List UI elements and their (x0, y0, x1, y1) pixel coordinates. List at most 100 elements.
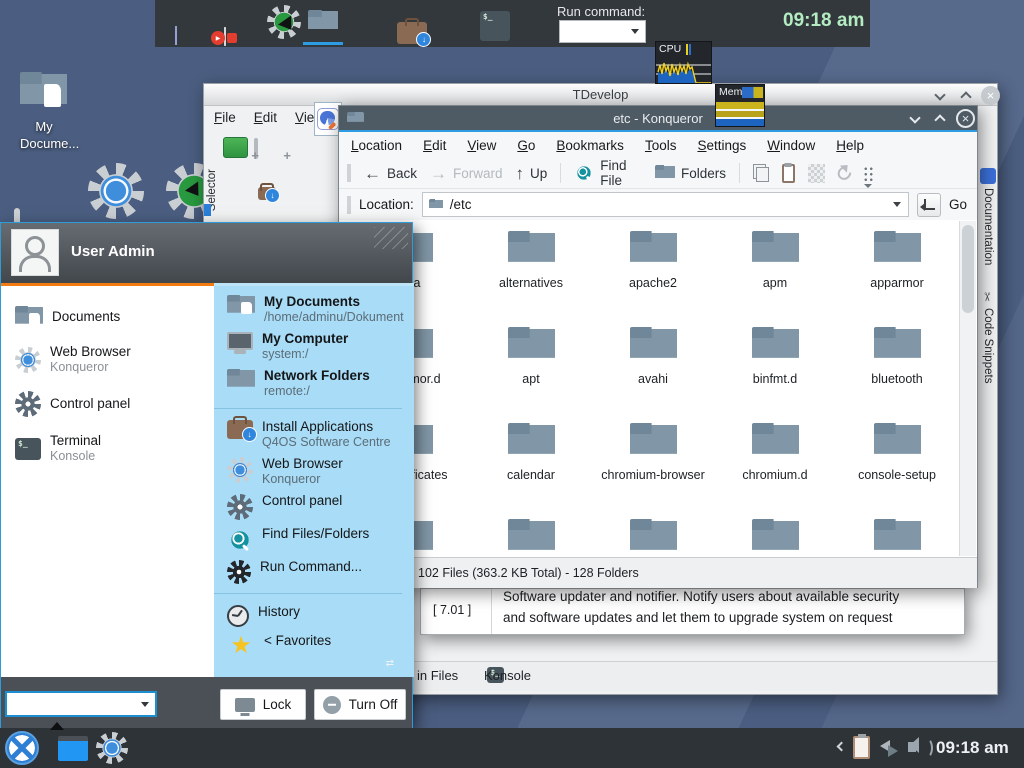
panel-clock[interactable]: 09:18 am (783, 10, 864, 32)
desktop-icon-my-documents[interactable]: My Docume... (20, 72, 68, 152)
vertical-scrollbar[interactable] (959, 221, 976, 556)
start-menu-item[interactable]: Find Files/Folders (214, 523, 414, 556)
folder-name: apm (763, 276, 787, 291)
back-button[interactable]: ← Back (364, 165, 417, 182)
network-tray-icon[interactable] (880, 740, 904, 757)
konqueror-close-button[interactable] (956, 109, 975, 128)
launcher-terminal-icon[interactable] (480, 11, 510, 41)
folder-item[interactable] (470, 511, 592, 557)
cpu-label: CPU (659, 43, 681, 55)
software-centre-window-icon[interactable] (258, 187, 276, 200)
go-enter-button[interactable] (917, 193, 941, 217)
open-file-icon[interactable] (223, 137, 248, 158)
locationbar-grip[interactable] (347, 196, 351, 214)
tray-expander-icon[interactable] (837, 742, 847, 752)
menu-item-sublabel: Konsole (50, 449, 101, 464)
lock-button[interactable]: Lock (220, 689, 306, 720)
documentation-tab[interactable]: Documentation (982, 188, 994, 265)
copy-icon[interactable] (753, 164, 769, 182)
tdevelop-close-button[interactable] (981, 86, 1000, 105)
go-label[interactable]: Go (949, 197, 967, 212)
launcher-file-manager-icon[interactable] (308, 10, 338, 34)
launcher-office-icon[interactable] (175, 26, 177, 45)
folder-item[interactable]: chromium-browser (592, 415, 714, 511)
tdevelop-menu-item[interactable]: File (214, 110, 236, 125)
volume-tray-icon[interactable] (908, 742, 916, 752)
folder-item[interactable] (836, 511, 958, 557)
folder-item[interactable]: apt (470, 319, 592, 415)
memory-monitor[interactable]: Mem (715, 84, 765, 127)
konqueror-menu-item[interactable]: Tools (645, 138, 677, 153)
run-command-input[interactable] (559, 20, 646, 43)
start-menu-item[interactable]: Web Browser Konqueror (1, 336, 214, 383)
start-menu-item[interactable]: Network Folders remote:/ (214, 365, 402, 409)
find-file-icon (574, 163, 594, 183)
toolbar-grip[interactable] (347, 164, 351, 182)
launcher-q4os-icon[interactable] (267, 5, 301, 39)
start-menu-item[interactable]: Web Browser Konqueror (214, 453, 414, 490)
package-version: [ 7.01 ] (433, 603, 471, 617)
find-file-button[interactable]: Find File (574, 158, 642, 188)
folder-item[interactable]: apm (714, 223, 836, 319)
desktop-icon-konqueror[interactable] (88, 163, 144, 219)
code-snippets-tab[interactable]: Code Snippets (982, 308, 994, 383)
launcher-software-centre-icon[interactable] (397, 22, 427, 44)
menu-item-icon (227, 457, 253, 483)
taskbar-konqueror-icon[interactable] (96, 732, 128, 764)
taskbar-clock[interactable]: 09:18 am (936, 738, 1020, 758)
folder-item[interactable]: bluetooth (836, 319, 958, 415)
folder-item[interactable]: alternatives (470, 223, 592, 319)
konqueror-menu-item[interactable]: Location (351, 138, 402, 153)
start-menu-item[interactable]: < Favorites (214, 630, 414, 661)
session-combo[interactable] (5, 691, 157, 717)
start-menu-item[interactable]: Terminal Konsole (1, 425, 214, 472)
menu-item-icon (227, 295, 255, 317)
scrollbar-thumb[interactable] (962, 225, 974, 313)
konqueror-menu-item[interactable]: Settings (697, 138, 746, 153)
forward-button[interactable]: → Forward (430, 165, 503, 182)
turn-off-button[interactable]: Turn Off (314, 689, 406, 720)
clipboard-tray-icon[interactable] (853, 736, 870, 759)
start-menu-item[interactable]: My Computer system:/ (214, 328, 414, 365)
cpu-monitor[interactable]: CPU (655, 41, 712, 84)
start-menu-item[interactable]: My Documents /home/adminu/Dokument (214, 291, 414, 328)
help-icon[interactable] (980, 168, 996, 184)
location-input[interactable]: /etc (422, 192, 909, 217)
new-window-icon[interactable] (254, 138, 258, 159)
konsole-tab[interactable]: Konsole (484, 668, 531, 683)
folder-item[interactable]: avahi (592, 319, 714, 415)
toolbar-overflow-icon[interactable] (863, 166, 873, 181)
folders-label: Folders (681, 166, 726, 181)
folder-item[interactable]: console-setup (836, 415, 958, 511)
konqueror-menu-item[interactable]: Window (767, 138, 815, 153)
folder-item[interactable]: apache2 (592, 223, 714, 319)
folder-item[interactable]: calendar (470, 415, 592, 511)
konqueror-menu-item[interactable]: Go (517, 138, 535, 153)
konqueror-menu-item[interactable]: Edit (423, 138, 446, 153)
folder-item[interactable]: apparmor (836, 223, 958, 319)
undo-icon[interactable] (835, 164, 854, 183)
paste-icon[interactable] (782, 164, 796, 183)
folder-item[interactable]: chromium.d (714, 415, 836, 511)
special-paste-icon[interactable] (808, 164, 825, 183)
konqueror-menu-item[interactable]: Help (836, 138, 864, 153)
tdevelop-menu-item[interactable]: Edit (254, 110, 277, 125)
start-menu-item[interactable]: Control panel (214, 490, 414, 523)
folder-item[interactable] (714, 511, 836, 557)
start-menu-item[interactable]: Documents (1, 298, 214, 336)
start-menu-item[interactable]: Install Applications Q4OS Software Centr… (214, 416, 414, 453)
folder-item[interactable]: binfmt.d (714, 319, 836, 415)
start-menu-item[interactable]: Run Command... (214, 556, 402, 594)
launcher-presentation-icon[interactable] (224, 27, 226, 46)
konqueror-titlebar[interactable]: etc - Konqueror (339, 106, 977, 130)
folders-button[interactable]: Folders (655, 165, 726, 181)
grep-in-files-tab[interactable]: in Files (417, 668, 458, 683)
konqueror-menu-item[interactable]: Bookmarks (556, 138, 624, 153)
start-menu-item[interactable]: History (214, 601, 414, 630)
konqueror-menu-item[interactable]: View (467, 138, 496, 153)
up-button[interactable]: ↑ Up (516, 165, 548, 182)
show-desktop-button[interactable] (58, 736, 88, 761)
start-menu-item[interactable]: Control panel (1, 383, 214, 425)
start-menu-button[interactable] (5, 731, 39, 765)
folder-item[interactable] (592, 511, 714, 557)
